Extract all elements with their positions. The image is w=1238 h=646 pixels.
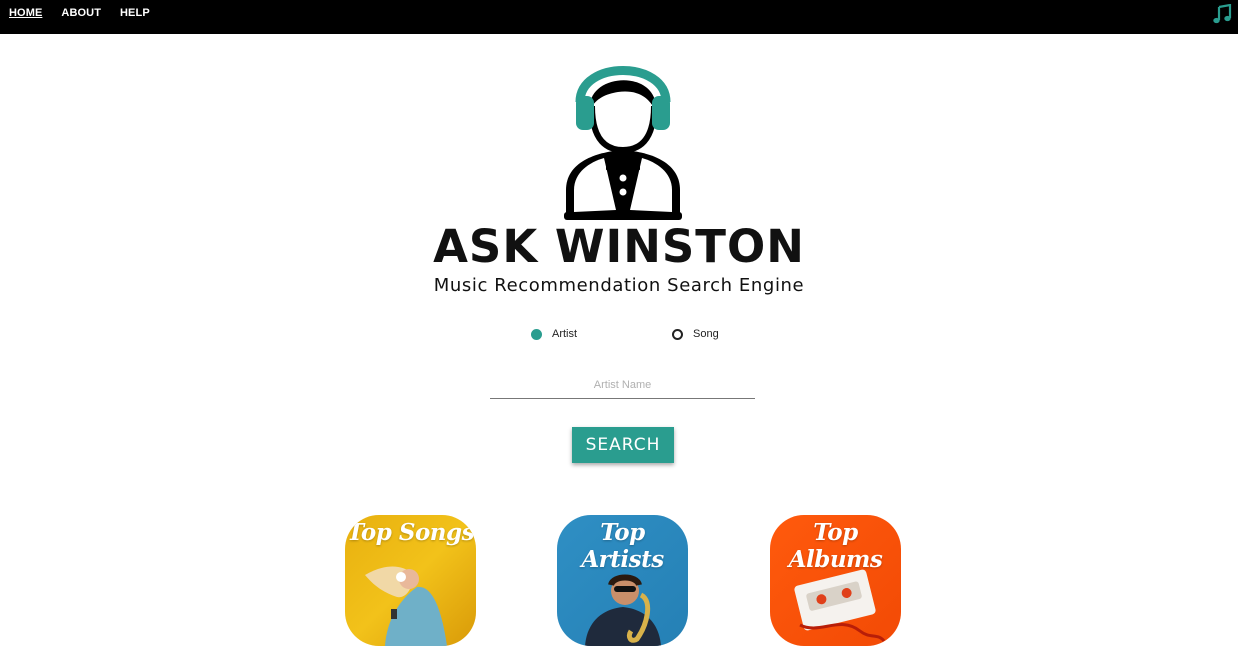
app-subtitle: Music Recommendation Search Engine	[433, 275, 805, 296]
top-songs-tile[interactable]: Top Songs	[345, 515, 476, 646]
top-nav-bar: HOME ABOUT HELP	[0, 0, 1238, 34]
nav-help-link[interactable]: HELP	[120, 7, 150, 19]
top-artists-tile[interactable]: Top Artists	[557, 515, 688, 646]
radio-artist[interactable]: Artist	[531, 328, 577, 340]
radio-artist-label: Artist	[552, 328, 578, 340]
music-note-icon[interactable]	[1212, 4, 1232, 24]
radio-song-dot[interactable]	[672, 328, 683, 340]
app-title: ASK WINSTON	[433, 220, 805, 273]
top-albums-tile[interactable]: Top Albums	[770, 515, 901, 646]
radio-song[interactable]: Song	[672, 328, 719, 340]
top-albums-label: Top Albums	[788, 519, 883, 573]
nav-home-link[interactable]: HOME	[9, 7, 42, 19]
top-songs-label: Top Songs	[346, 519, 475, 546]
search-type-radio-group: Artist Song	[0, 326, 1238, 344]
search-button[interactable]: SEARCH	[572, 427, 674, 463]
main-nav: HOME ABOUT HELP	[9, 7, 169, 19]
headphones-person-logo	[564, 66, 682, 220]
nav-about-link[interactable]: ABOUT	[61, 7, 101, 19]
radio-song-label: Song	[693, 328, 719, 340]
radio-artist-dot[interactable]	[531, 328, 542, 340]
top-artists-label: Top Artists	[581, 519, 664, 573]
artist-name-input[interactable]	[490, 372, 755, 399]
